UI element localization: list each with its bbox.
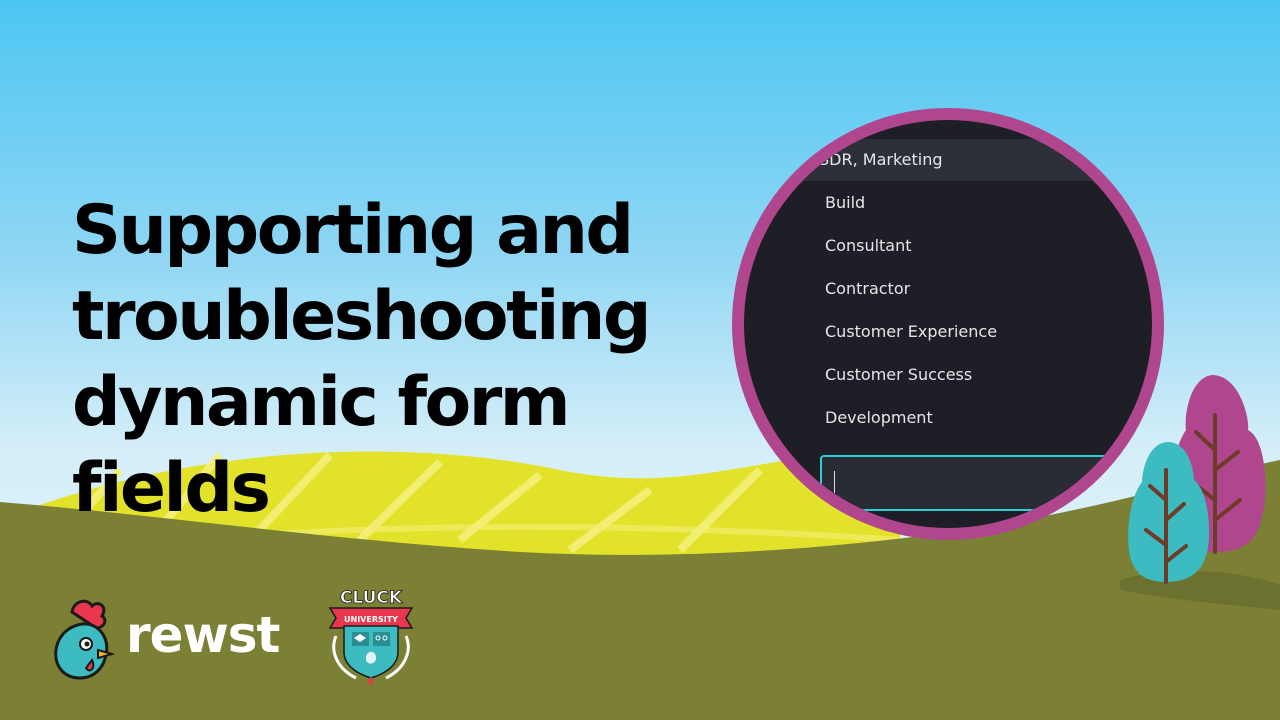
rewst-logo: rewst bbox=[50, 598, 280, 682]
dropdown-menu: SDR, Marketing Build Consultant Contract… bbox=[744, 120, 1152, 528]
magnified-dropdown-lens: SDR, Marketing Build Consultant Contract… bbox=[732, 108, 1164, 540]
title-line-1: Supporting and bbox=[72, 191, 634, 270]
title-line-4: fields bbox=[72, 449, 271, 528]
slide: Supporting and troubleshooting dynamic f… bbox=[0, 0, 1280, 720]
cluck-university-badge: CLUCK UNIVERSITY bbox=[328, 588, 414, 685]
badge-top-text: CLUCK bbox=[340, 588, 403, 608]
dropdown-option-contractor[interactable]: Contractor bbox=[825, 268, 1152, 310]
logo-wordmark: rewst bbox=[126, 606, 280, 664]
dropdown-search-input[interactable] bbox=[820, 455, 1152, 511]
title-line-2: troubleshooting bbox=[72, 277, 652, 356]
dropdown-option-consultant[interactable]: Consultant bbox=[825, 225, 1152, 267]
dropdown-option-development[interactable]: Development bbox=[825, 397, 1152, 439]
slide-title: Supporting and troubleshooting dynamic f… bbox=[72, 188, 712, 532]
dropdown-option-build[interactable]: Build bbox=[825, 182, 1152, 224]
dropdown-option-customer-success[interactable]: Customer Success bbox=[825, 354, 1152, 396]
dropdown-option-sdr-marketing[interactable]: SDR, Marketing bbox=[744, 139, 1152, 181]
title-line-3: dynamic form bbox=[72, 363, 571, 442]
dropdown-option-customer-experience[interactable]: Customer Experience bbox=[825, 311, 1152, 353]
rooster-icon bbox=[54, 599, 114, 680]
text-caret bbox=[834, 471, 835, 493]
badge-ribbon-text: UNIVERSITY bbox=[344, 615, 398, 624]
